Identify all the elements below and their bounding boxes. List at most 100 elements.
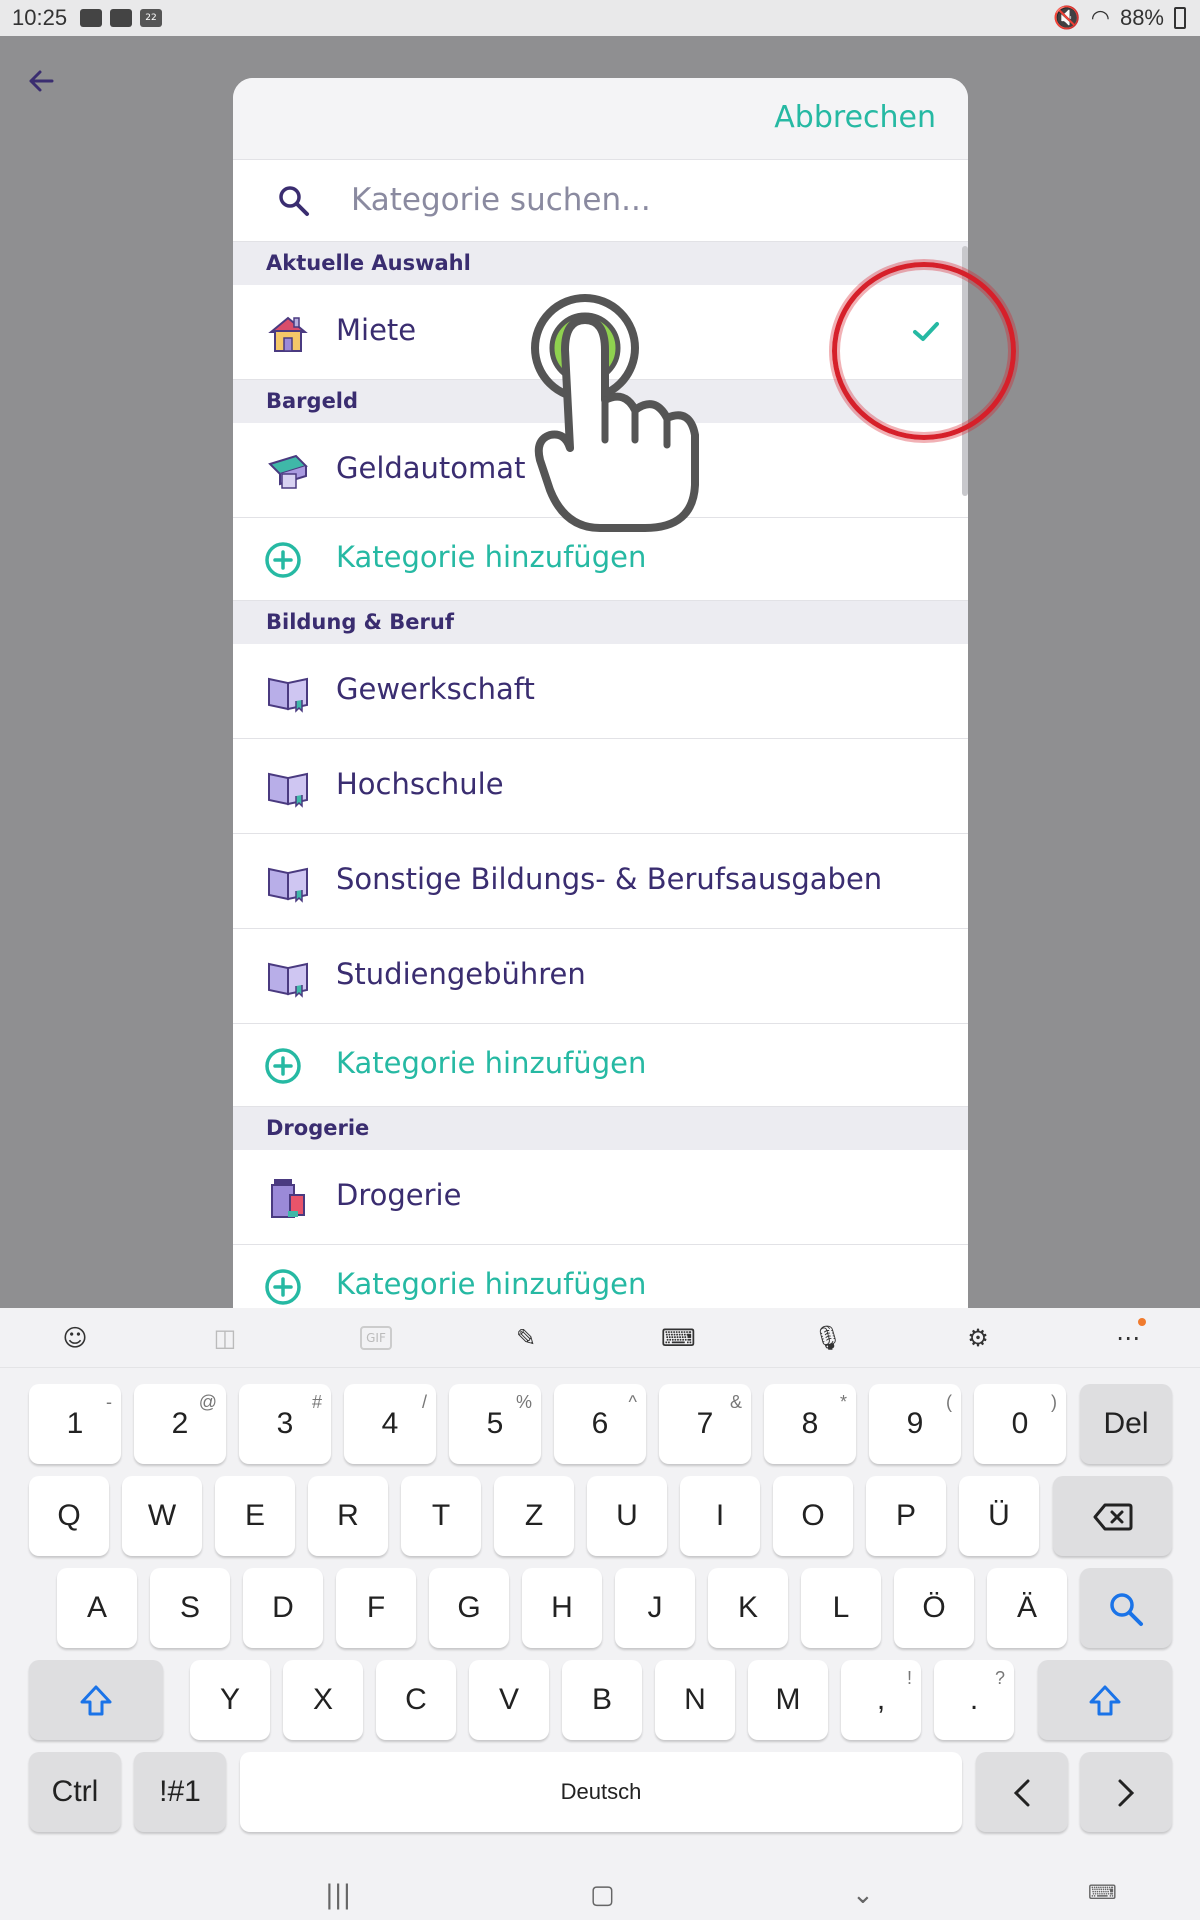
key-label: B [591,1683,612,1716]
recent-apps-icon[interactable]: ||| [325,1880,351,1910]
key-Ä[interactable]: Ä [987,1568,1067,1648]
search-key[interactable] [1080,1568,1172,1648]
keyboard-switch-icon[interactable]: ⌨ [1088,1880,1117,1904]
key-1[interactable]: 1- [29,1384,121,1464]
key-P[interactable]: P [866,1476,946,1556]
emoji-icon[interactable]: ☺ [59,1322,91,1354]
shift-left-key[interactable] [29,1660,163,1740]
key-L[interactable]: L [801,1568,881,1648]
key-T[interactable]: T [401,1476,481,1556]
key-J[interactable]: J [615,1568,695,1648]
sticker-icon[interactable]: ◫ [209,1322,241,1354]
key-label: 6 [591,1407,609,1440]
clock: 10:25 [12,5,68,30]
battery-level: 88% [1119,5,1164,30]
category-row-studiengebuehren[interactable]: Studiengebühren [233,929,968,1024]
shift-icon [80,1685,112,1716]
key-Ü[interactable]: Ü [959,1476,1039,1556]
book-icon [268,962,308,998]
key-M[interactable]: M [748,1660,828,1740]
key-5[interactable]: 5% [449,1384,541,1464]
key-D[interactable]: D [243,1568,323,1648]
period-key[interactable]: .? [934,1660,1014,1740]
add-category-label: Kategorie hinzufügen [336,1267,647,1301]
search-input[interactable] [351,176,931,224]
key-Q[interactable]: Q [29,1476,109,1556]
handwriting-icon[interactable]: ✎ [510,1322,542,1354]
key-label: 4 [381,1407,399,1440]
category-row-gewerkschaft[interactable]: Gewerkschaft [233,644,968,739]
key-label: G [457,1591,481,1624]
mute-icon: 🔇 [1053,5,1081,30]
cancel-button[interactable]: Abbrechen [774,100,936,135]
search-icon [279,186,309,216]
shift-right-key[interactable] [1038,1660,1172,1740]
category-row-drogerie[interactable]: Drogerie [233,1150,968,1245]
key-G[interactable]: G [429,1568,509,1648]
key-U[interactable]: U [587,1476,667,1556]
category-row-sonstige[interactable]: Sonstige Bildungs- & Berufsausgaben [233,834,968,929]
key-4[interactable]: 4/ [344,1384,436,1464]
more-options-icon[interactable]: ⋯ [1112,1318,1146,1354]
key-2[interactable]: 2 @ [134,1384,226,1464]
space-bar[interactable]: Deutsch [240,1752,962,1832]
key-Y[interactable]: Y [190,1660,270,1740]
key-X[interactable]: X [283,1660,363,1740]
symbols-key[interactable]: !#1 [134,1752,226,1832]
status-bar: 10:25 22 🔇 ◠ 88% [0,0,1200,36]
key-H[interactable]: H [522,1568,602,1648]
plus-circle-icon [265,1048,301,1084]
key-V[interactable]: V [469,1660,549,1740]
key-I[interactable]: I [680,1476,760,1556]
settings-gear-icon[interactable]: ⚙ [962,1322,994,1354]
key-9[interactable]: 9( [869,1384,961,1464]
key-secondary-label: ? [994,1668,1005,1688]
key-8[interactable]: 8 * [764,1384,856,1464]
add-category-button[interactable]: Kategorie hinzufügen [233,1245,968,1308]
key-label: L [832,1591,850,1624]
category-label: Drogerie [336,1178,462,1212]
delete-key[interactable]: Del [1080,1384,1172,1464]
ctrl-key[interactable]: Ctrl [29,1752,121,1832]
keyboard-toolbar: ☺ ◫ GIF ✎ ⌨ 🎙 ⚙ ⋯ [0,1308,1200,1368]
keyboard-mode-icon[interactable]: ⌨ [661,1322,696,1354]
key-F[interactable]: F [336,1568,416,1648]
book-icon [268,867,308,903]
key-3[interactable]: 3 # [239,1384,331,1464]
key-label: Ö [922,1591,946,1624]
key-R[interactable]: R [308,1476,388,1556]
key-N[interactable]: N [655,1660,735,1740]
key-Ö[interactable]: Ö [894,1568,974,1648]
key-K[interactable]: K [708,1568,788,1648]
key-label: Del [1103,1407,1149,1440]
back-arrow-icon[interactable] [26,66,56,96]
category-label: Sonstige Bildungs- & Berufsausgaben [336,862,883,896]
key-E[interactable]: E [215,1476,295,1556]
key-7[interactable]: 7 & [659,1384,751,1464]
key-0[interactable]: 0) [974,1384,1066,1464]
add-category-button[interactable]: Kategorie hinzufügen [233,1024,968,1107]
category-row-hochschule[interactable]: Hochschule [233,739,968,834]
key-Z[interactable]: Z [494,1476,574,1556]
microphone-icon[interactable]: 🎙 [812,1322,844,1354]
key-W[interactable]: W [122,1476,202,1556]
key-C[interactable]: C [376,1660,456,1740]
key-O[interactable]: O [773,1476,853,1556]
cursor-right-key[interactable] [1080,1752,1172,1832]
home-icon[interactable]: ▢ [590,1880,615,1910]
category-label: Geldautomat [336,451,526,485]
category-label: Miete [336,313,417,347]
gif-icon[interactable]: GIF [360,1326,392,1350]
key-B[interactable]: B [562,1660,642,1740]
key-A[interactable]: A [57,1568,137,1648]
key-6[interactable]: 6 ^ [554,1384,646,1464]
dialog-header: Abbrechen [233,78,968,160]
add-category-label: Kategorie hinzufügen [336,540,647,574]
cursor-left-key[interactable] [976,1752,1068,1832]
hide-keyboard-icon[interactable]: ⌄ [852,1880,874,1910]
key-label: 0 [1011,1407,1029,1440]
search-bar [233,160,968,242]
backspace-key[interactable] [1053,1476,1172,1556]
key-S[interactable]: S [150,1568,230,1648]
comma-key[interactable]: ,! [841,1660,921,1740]
